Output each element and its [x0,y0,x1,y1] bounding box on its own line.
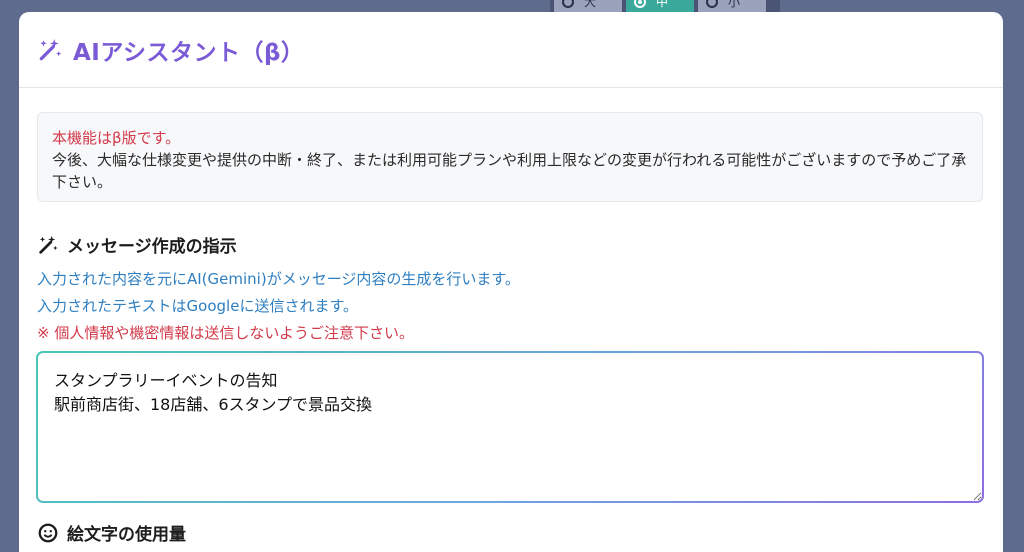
ai-assistant-modal: AIアシスタント（β） 本機能はβ版です。 今後、大幅な仕様変更や提供の中断・終… [19,12,1003,552]
modal-title: AIアシスタント（β） [73,39,305,66]
magic-wand-icon [39,38,62,60]
radio-icon [634,0,646,8]
radio-icon [706,0,718,8]
privacy-warning: ※ 個人情報や機密情報は送信しないようご注意下さい。 [37,324,415,342]
radio-icon [562,0,574,8]
notice-body: 今後、大幅な仕様変更や提供の中断・終了、または利用可能プランや利用上限などの変更… [52,151,967,191]
prompt-input-frame: スタンプラリーイベントの告知 駅前商店街、18店舗、6スタンプで景品交換 [36,351,984,503]
beta-notice: 本機能はβ版です。 今後、大幅な仕様変更や提供の中断・終了、または利用可能プラン… [37,112,983,202]
notice-title: 本機能はβ版です。 [52,129,181,147]
magic-wand-icon [39,235,58,254]
modal-header: AIアシスタント（β） [19,12,1003,88]
section-title-text: メッセージ作成の指示 [67,237,237,257]
section-title-text: 絵文字の使用量 [67,525,186,545]
instruction-description: 入力された内容を元にAI(Gemini)がメッセージ内容の生成を行います。 [37,270,520,288]
instruction-section-title: メッセージ作成の指示 [37,232,237,257]
prompt-textarea[interactable]: スタンプラリーイベントの告知 駅前商店街、18店舗、6スタンプで景品交換 [38,353,982,501]
google-send-description: 入力されたテキストはGoogleに送信されます。 [37,297,358,315]
emoji-icon [38,523,58,542]
emoji-section-title: 絵文字の使用量 [37,520,186,545]
